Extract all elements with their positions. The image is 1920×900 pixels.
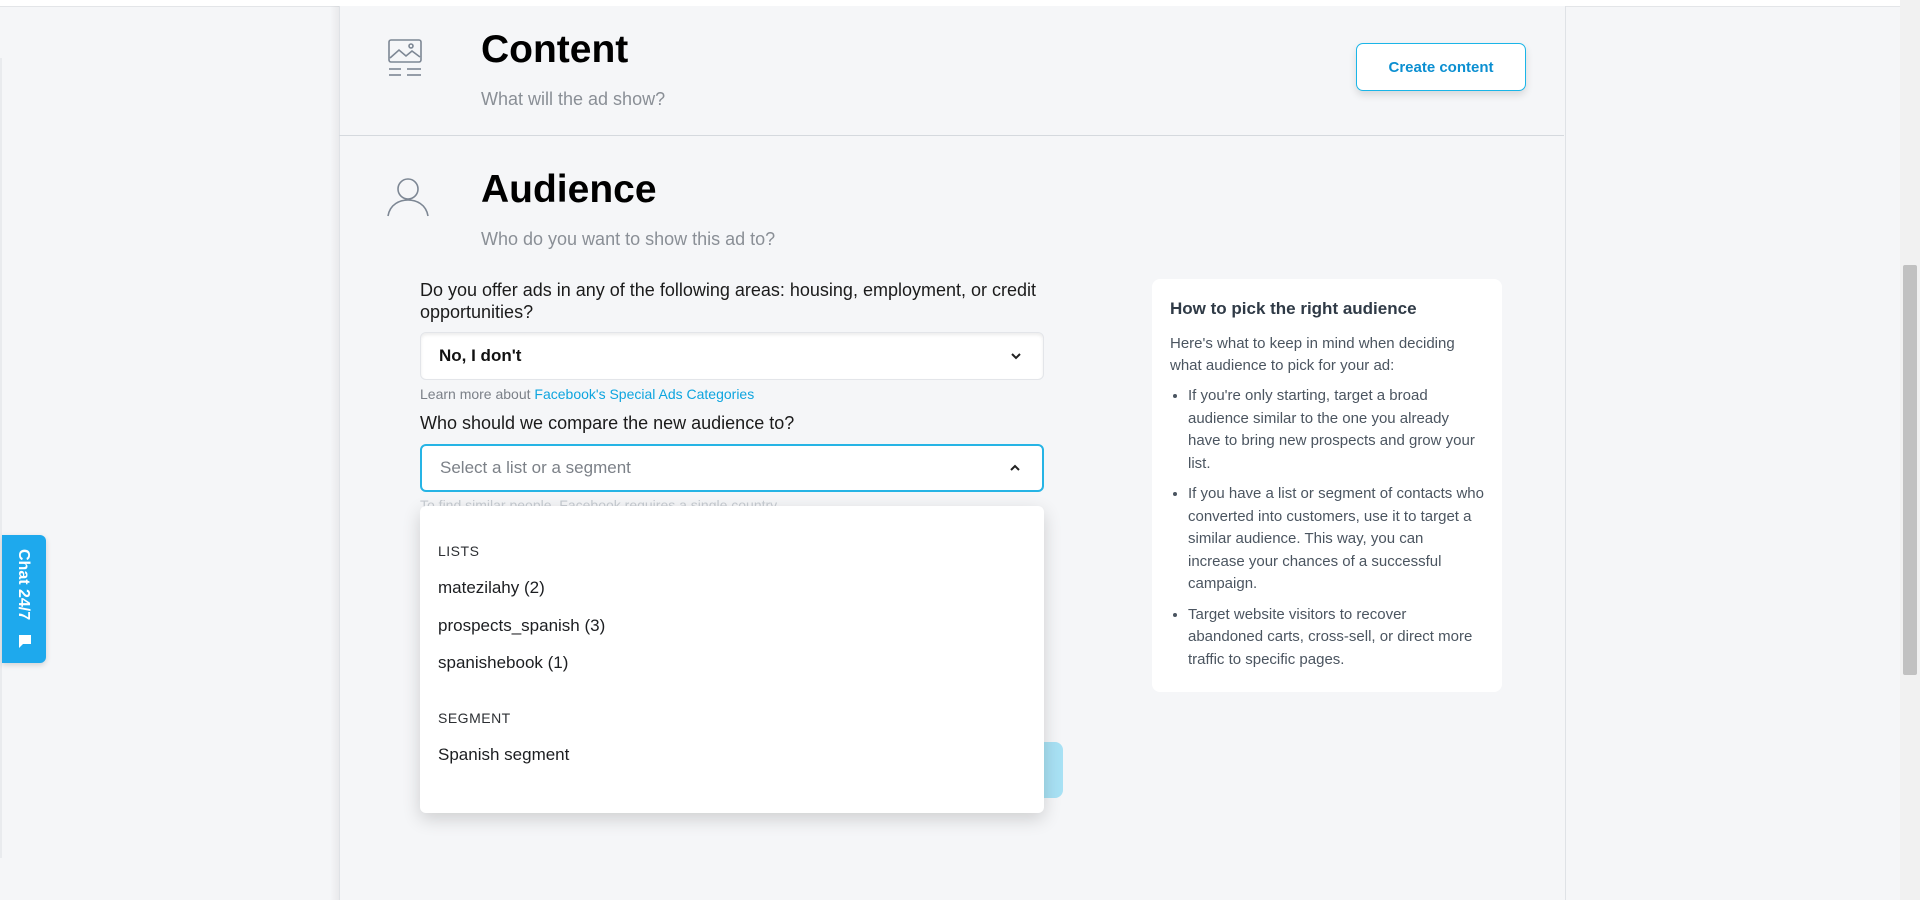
panel-shadow <box>330 6 339 900</box>
chevron-up-icon <box>1010 464 1020 471</box>
help-prefix: Learn more about <box>420 386 531 402</box>
chat-button[interactable]: Chat 24/7 <box>2 535 46 663</box>
tips-title: How to pick the right audience <box>1170 299 1417 318</box>
special-ads-select-value: No, I don't <box>439 346 522 365</box>
audience-title: Audience <box>481 168 657 211</box>
special-ads-link[interactable]: Facebook's Special Ads Categories <box>534 386 754 402</box>
audience-tips-card: How to pick the right audience Here's wh… <box>1152 279 1502 692</box>
tip-item: If you have a list or segment of contact… <box>1188 483 1484 596</box>
image-icon <box>387 38 423 83</box>
tip-item: Target website visitors to recover aband… <box>1188 604 1484 672</box>
segment-option[interactable]: Spanish segment <box>438 745 569 765</box>
list-option[interactable]: matezilahy (2) <box>438 578 545 598</box>
chat-label: Chat 24/7 <box>15 549 32 621</box>
special-ads-select[interactable]: No, I don't <box>420 332 1044 380</box>
lists-group-header: LISTS <box>438 543 480 559</box>
chat-bubble-icon <box>19 635 31 648</box>
tip-item: If you're only starting, target a broad … <box>1188 385 1484 475</box>
compare-audience-question: Who should we compare the new audience t… <box>420 413 795 433</box>
segment-group-header: SEGMENT <box>438 710 511 726</box>
audience-subtitle: Who do you want to show this ad to? <box>481 229 776 249</box>
tips-list: If you're only starting, target a broad … <box>1170 385 1484 671</box>
user-icon <box>386 176 430 223</box>
content-title: Content <box>481 28 629 71</box>
list-segment-select[interactable]: Select a list or a segment <box>420 444 1044 492</box>
content-subtitle: What will the ad show? <box>481 89 666 109</box>
list-segment-dropdown: LISTS matezilahy (2) prospects_spanish (… <box>420 506 1044 813</box>
create-content-button[interactable]: Create content <box>1356 43 1526 91</box>
section-divider <box>339 135 1564 136</box>
list-option[interactable]: prospects_spanish (3) <box>438 616 605 636</box>
list-option[interactable]: spanishebook (1) <box>438 653 568 673</box>
list-segment-placeholder: Select a list or a segment <box>440 458 631 477</box>
scrollbar-thumb[interactable] <box>1903 265 1917 675</box>
chevron-down-icon <box>1011 353 1021 360</box>
tips-intro: Here's what to keep in mind when decidin… <box>1170 335 1455 374</box>
left-edge <box>0 58 2 858</box>
special-ads-help: Learn more about Facebook's Special Ads … <box>420 386 754 402</box>
special-ads-question: Do you offer ads in any of the following… <box>420 280 1037 322</box>
